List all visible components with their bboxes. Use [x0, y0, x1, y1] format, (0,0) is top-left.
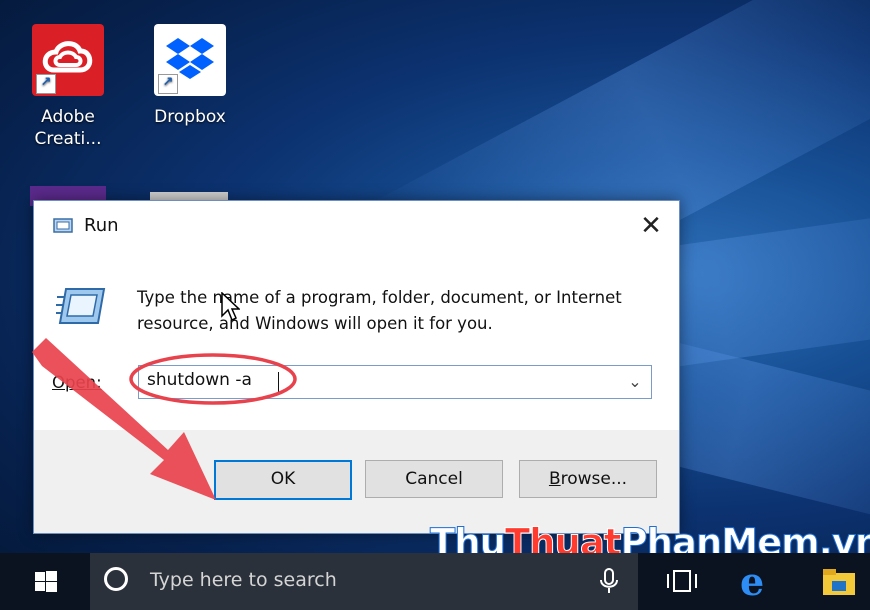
taskbar: Type here to search e — [0, 553, 870, 610]
annotation-overlay — [32, 338, 297, 500]
start-button[interactable] — [0, 553, 90, 610]
highlight-ellipse — [129, 353, 297, 405]
file-explorer-icon[interactable] — [822, 567, 856, 597]
windows-logo-icon — [35, 571, 57, 592]
edge-browser-icon[interactable]: e — [740, 559, 764, 604]
search-placeholder: Type here to search — [150, 569, 337, 591]
task-view-icon[interactable] — [664, 567, 700, 595]
annotation-arrow — [32, 338, 216, 500]
cortana-icon — [104, 567, 128, 591]
taskbar-search-box[interactable]: Type here to search — [90, 553, 638, 610]
microphone-icon[interactable] — [598, 567, 620, 595]
